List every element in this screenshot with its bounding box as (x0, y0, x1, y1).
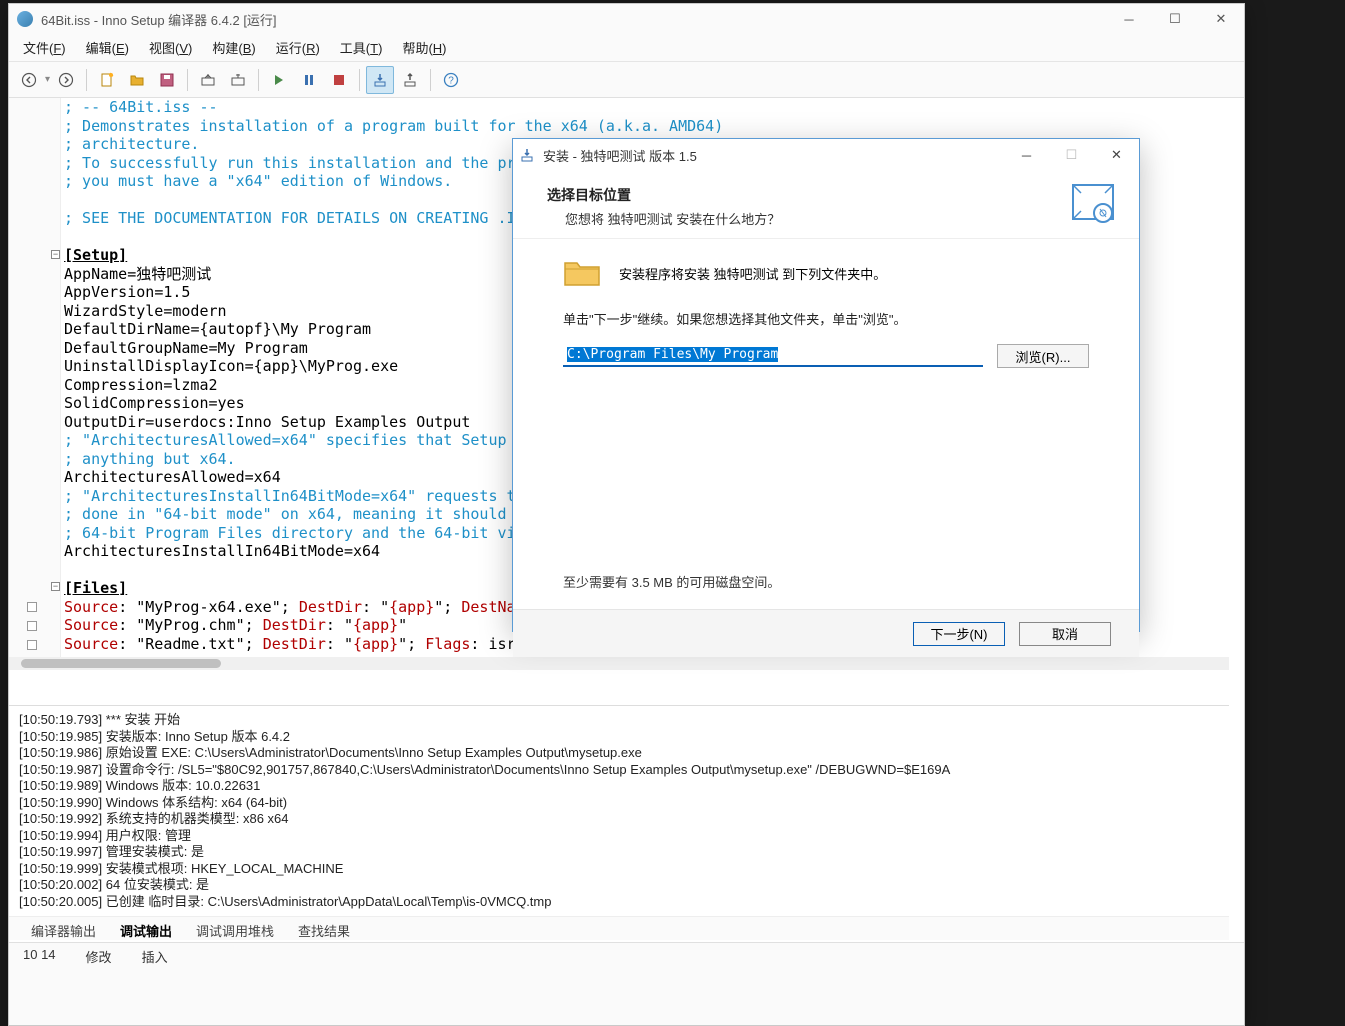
continue-text: 单击"下一步"继续。如果您想选择其他文件夹，单击"浏览"。 (563, 309, 1089, 328)
compile-button[interactable] (194, 66, 222, 94)
tab-search-results[interactable]: 查找结果 (286, 917, 362, 940)
install-path-input[interactable]: C:\Program Files\My Program (563, 345, 983, 367)
installer-icon (519, 147, 535, 163)
stop-button[interactable] (325, 66, 353, 94)
toolbar: ▾ ? (9, 62, 1244, 98)
breakpoint-icon[interactable] (27, 621, 37, 631)
menu-help[interactable]: 帮助(H) (392, 34, 456, 61)
dialog-header: 选择目标位置 您想将 独特吧测试 安装在什么地方？ (513, 171, 1139, 239)
help-button[interactable]: ? (437, 66, 465, 94)
dialog-maximize-button: ☐ (1049, 140, 1094, 170)
folder-icon (563, 257, 601, 289)
save-button[interactable] (153, 66, 181, 94)
window-title: 64Bit.iss - Inno Setup 编译器 6.4.2 [运行] (41, 10, 1106, 29)
menu-tools[interactable]: 工具(T) (330, 34, 393, 61)
browse-button[interactable]: 浏览(R)... (997, 344, 1089, 368)
tab-debug-output[interactable]: 调试输出 (108, 917, 184, 940)
nav-forward-button[interactable] (52, 66, 80, 94)
dialog-title: 安装 - 独特吧测试 版本 1.5 (543, 146, 1004, 165)
menu-build[interactable]: 构建(B) (202, 34, 265, 61)
run-button[interactable] (265, 66, 293, 94)
menubar: 文件(F) 编辑(E) 视图(V) 构建(B) 运行(R) 工具(T) 帮助(H… (9, 34, 1244, 62)
gutter: − − (9, 98, 61, 661)
installer-dialog: 安装 - 独特吧测试 版本 1.5 ─ ☐ ✕ 选择目标位置 您想将 独特吧测试… (512, 138, 1140, 632)
minimize-button[interactable]: ─ (1106, 4, 1152, 34)
dialog-close-button[interactable]: ✕ (1094, 140, 1139, 170)
menu-view[interactable]: 视图(V) (139, 34, 202, 61)
dialog-header-subtitle: 您想将 独特吧测试 安装在什么地方？ (565, 209, 1115, 228)
cursor-position: 10 14 (23, 947, 56, 1021)
close-button[interactable]: ✕ (1198, 4, 1244, 34)
fold-icon[interactable]: − (51, 582, 60, 591)
next-button[interactable]: 下一步(N) (913, 622, 1005, 646)
nav-back-button[interactable] (15, 66, 43, 94)
maximize-button[interactable]: ☐ (1152, 4, 1198, 34)
svg-text:?: ? (448, 75, 454, 86)
menu-edit[interactable]: 编辑(E) (76, 34, 139, 61)
cancel-button[interactable]: 取消 (1019, 622, 1111, 646)
step-over-button[interactable] (396, 66, 424, 94)
insert-mode: 插入 (142, 947, 168, 1021)
dialog-header-title: 选择目标位置 (547, 185, 1115, 205)
folder-line-text: 安装程序将安装 独特吧测试 到下列文件夹中。 (619, 264, 886, 283)
output-tabs: 编译器输出 调试输出 调试调用堆栈 查找结果 (9, 916, 1229, 940)
disk-space-note: 至少需要有 3.5 MB 的可用磁盘空间。 (563, 572, 780, 591)
statusbar: 10 14 修改 插入 (9, 942, 1244, 1025)
dialog-minimize-button[interactable]: ─ (1004, 140, 1049, 170)
output-panel[interactable]: [10:50:19.793] *** 安装 开始[10:50:19.985] 安… (9, 705, 1229, 920)
breakpoint-icon[interactable] (27, 640, 37, 650)
new-file-button[interactable] (93, 66, 121, 94)
box-icon (1065, 179, 1121, 227)
tab-debug-callstack[interactable]: 调试调用堆栈 (184, 917, 286, 940)
app-icon (17, 11, 33, 27)
menu-file[interactable]: 文件(F) (13, 34, 76, 61)
pause-button[interactable] (295, 66, 323, 94)
dialog-footer: 下一步(N) 取消 (513, 609, 1139, 657)
step-into-button[interactable] (366, 66, 394, 94)
compile-run-button[interactable] (224, 66, 252, 94)
breakpoint-icon[interactable] (27, 602, 37, 612)
horizontal-scrollbar[interactable] (9, 657, 1229, 670)
titlebar: 64Bit.iss - Inno Setup 编译器 6.4.2 [运行] ─ … (9, 4, 1244, 34)
modified-indicator: 修改 (86, 947, 112, 1021)
menu-run[interactable]: 运行(R) (266, 34, 330, 61)
fold-icon[interactable]: − (51, 250, 60, 259)
dialog-titlebar: 安装 - 独特吧测试 版本 1.5 ─ ☐ ✕ (513, 139, 1139, 171)
open-file-button[interactable] (123, 66, 151, 94)
tab-compiler-output[interactable]: 编译器输出 (19, 917, 108, 940)
dialog-body: 安装程序将安装 独特吧测试 到下列文件夹中。 单击"下一步"继续。如果您想选择其… (513, 239, 1139, 609)
